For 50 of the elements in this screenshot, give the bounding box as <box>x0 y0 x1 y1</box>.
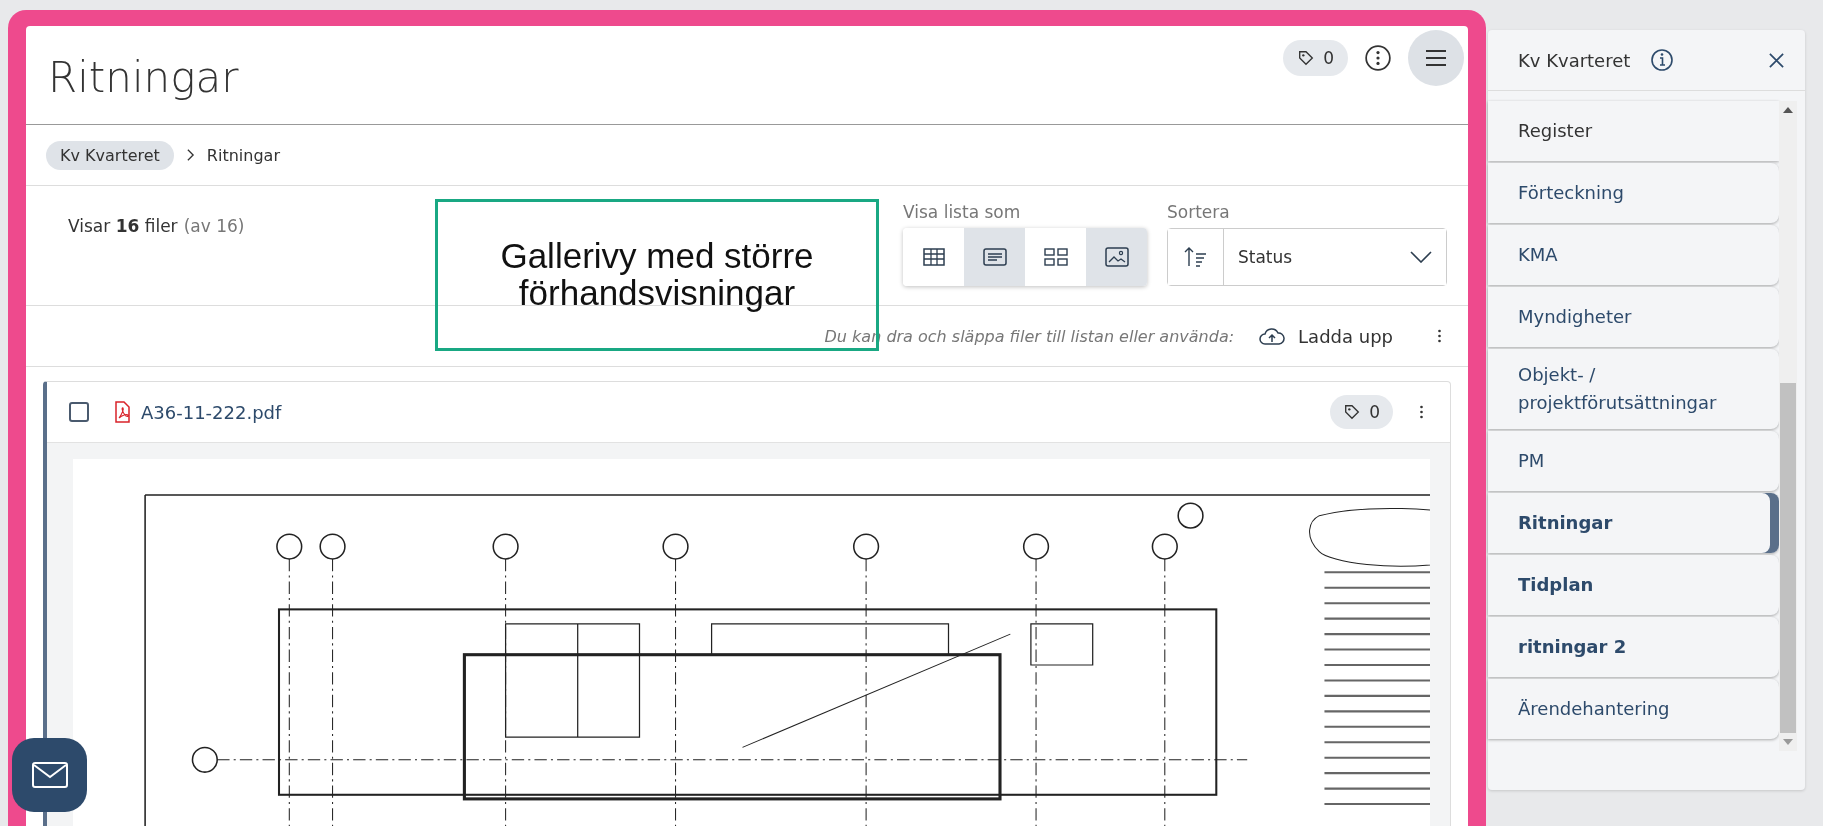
page-title: Ritningar <box>48 53 239 102</box>
more-options-icon[interactable] <box>1437 328 1442 344</box>
file-checkbox[interactable] <box>69 402 89 422</box>
grid-view-button[interactable] <box>1025 228 1086 286</box>
grid-icon <box>1043 248 1068 266</box>
file-name-link[interactable]: A36-11-222.pdf <box>141 401 1321 423</box>
tag-icon <box>1343 403 1362 421</box>
folder-nav-item[interactable]: KMA <box>1488 225 1780 285</box>
folder-nav-item[interactable]: Objekt- / projektförutsättningar <box>1488 349 1780 429</box>
folder-nav-item[interactable]: Ritningar <box>1488 492 1780 553</box>
folder-nav-item[interactable]: Register <box>1488 101 1780 161</box>
chevron-right-icon <box>185 148 195 162</box>
file-total-text: (av 16) <box>183 216 245 236</box>
image-icon <box>1104 247 1129 267</box>
sort-label: Sortera <box>1167 202 1231 222</box>
sort-ascending-icon <box>1183 246 1208 268</box>
message-button[interactable] <box>12 738 87 812</box>
table-icon <box>922 248 945 266</box>
tag-icon <box>1297 49 1316 67</box>
list-view-button[interactable] <box>964 228 1025 286</box>
tag-count-button[interactable]: 0 <box>1283 40 1348 76</box>
file-count-text: Visar 16 filer <box>68 216 178 236</box>
sort-direction-button[interactable] <box>1168 229 1224 285</box>
envelope-icon <box>31 762 68 788</box>
table-view-button[interactable] <box>903 228 964 286</box>
folder-nav-item[interactable]: Myndigheter <box>1488 287 1780 347</box>
breadcrumb-current: Ritningar <box>206 145 280 165</box>
cloud-upload-icon <box>1258 326 1287 346</box>
pdf-file-icon <box>113 401 131 423</box>
folder-nav-item[interactable]: Tidplan <box>1488 554 1780 615</box>
gallery-view-button[interactable] <box>1086 228 1147 286</box>
list-icon <box>982 248 1007 266</box>
scroll-up-icon[interactable] <box>1783 107 1794 113</box>
folder-nav-item[interactable]: PM <box>1488 430 1780 491</box>
scrollbar[interactable] <box>1779 101 1797 751</box>
chevron-down-icon <box>1410 251 1432 263</box>
folder-nav-item[interactable]: ritningar 2 <box>1488 616 1780 677</box>
more-options-icon[interactable] <box>1419 404 1424 420</box>
close-icon[interactable] <box>1768 51 1785 69</box>
menu-icon <box>1425 49 1447 67</box>
menu-button[interactable] <box>1408 30 1464 86</box>
info-icon[interactable] <box>1650 48 1675 72</box>
folder-nav-item[interactable]: Ärendehantering <box>1488 678 1780 739</box>
more-options-icon[interactable] <box>1364 44 1392 72</box>
view-label: Visa lista som <box>903 202 1022 222</box>
folder-nav-item[interactable]: Förteckning <box>1488 163 1780 223</box>
tag-count-button[interactable]: 0 <box>1330 395 1393 429</box>
sidebar-title: Kv Kvarteret <box>1518 49 1631 71</box>
breadcrumb-link[interactable]: Kv Kvarteret <box>46 140 174 170</box>
upload-button[interactable]: Ladda upp <box>1252 324 1399 348</box>
